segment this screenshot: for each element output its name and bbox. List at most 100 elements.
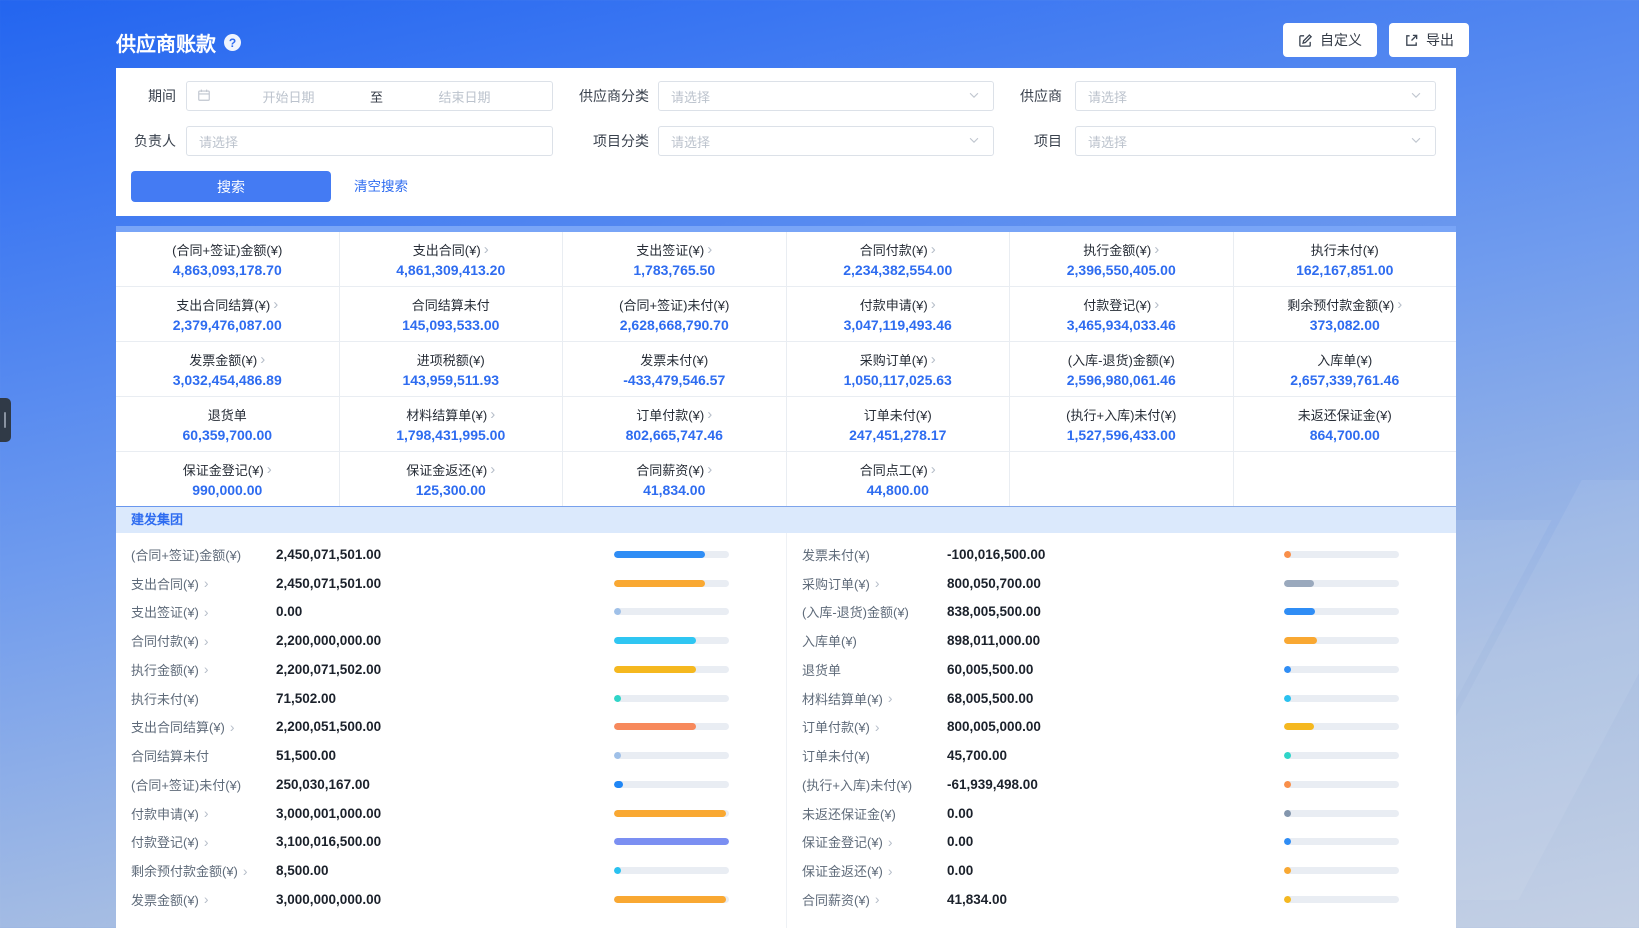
summary-card-empty <box>1010 452 1233 506</box>
drilldown-chevron-icon[interactable]: › <box>273 297 278 312</box>
summary-card[interactable]: 执行金额(¥)›2,396,550,405.00 <box>1010 232 1233 286</box>
summary-card[interactable]: 合同付款(¥)›2,234,382,554.00 <box>787 232 1010 286</box>
summary-card-label: 订单未付(¥) <box>864 405 932 424</box>
start-date-input[interactable]: 开始日期 <box>211 87 366 106</box>
drilldown-chevron-icon[interactable]: › <box>1397 297 1402 312</box>
drilldown-chevron-icon[interactable]: › <box>707 407 712 422</box>
detail-row-label: 订单付款(¥)› <box>802 717 947 736</box>
summary-card[interactable]: 合同点工(¥)›44,800.00 <box>787 452 1010 506</box>
drilldown-chevron-icon[interactable]: › <box>931 352 936 367</box>
detail-row[interactable]: 支出合同结算(¥)›2,200,051,500.00 <box>116 713 786 742</box>
project-category-select[interactable]: 请选择 <box>658 126 994 156</box>
summary-card[interactable]: 剩余预付款金额(¥)›373,082.00 <box>1234 287 1457 341</box>
summary-card[interactable]: 合同薪资(¥)›41,834.00 <box>563 452 786 506</box>
summary-card[interactable]: 支出合同结算(¥)›2,379,476,087.00 <box>116 287 339 341</box>
project-select[interactable]: 请选择 <box>1075 126 1436 156</box>
end-date-input[interactable]: 结束日期 <box>387 87 542 106</box>
drilldown-chevron-icon[interactable]: › <box>243 863 248 879</box>
detail-row[interactable]: 合同薪资(¥)›41,834.00 <box>787 885 1456 914</box>
detail-row-label-text: 支出签证(¥) <box>131 602 199 621</box>
drilldown-chevron-icon[interactable]: › <box>204 834 209 850</box>
search-button[interactable]: 搜索 <box>131 171 331 202</box>
side-drawer-handle[interactable] <box>0 398 11 442</box>
summary-card: (合同+签证)金额(¥)4,863,093,178.70 <box>116 232 339 286</box>
detail-row: (入库-退货)金额(¥)838,005,500.00 <box>787 598 1456 627</box>
drilldown-chevron-icon[interactable]: › <box>888 834 893 850</box>
drilldown-chevron-icon[interactable]: › <box>875 575 880 591</box>
drilldown-chevron-icon[interactable]: › <box>490 407 495 422</box>
summary-card-value: 2,596,980,061.46 <box>1067 372 1176 388</box>
progress-bar-track <box>614 752 729 759</box>
summary-card[interactable]: 保证金返还(¥)›125,300.00 <box>340 452 563 506</box>
drilldown-chevron-icon[interactable]: › <box>931 297 936 312</box>
progress-bar-fill <box>614 637 696 644</box>
drilldown-chevron-icon[interactable]: › <box>230 719 235 735</box>
summary-card-label-text: (合同+签证)未付(¥) <box>619 295 729 314</box>
drilldown-chevron-icon[interactable]: › <box>204 805 209 821</box>
summary-card: 合同结算未付145,093,533.00 <box>340 287 563 341</box>
supplier-select[interactable]: 请选择 <box>1075 81 1436 111</box>
drilldown-chevron-icon[interactable]: › <box>204 891 209 907</box>
detail-row[interactable]: 材料结算单(¥)›68,005,500.00 <box>787 684 1456 713</box>
supplier-label: 供应商 <box>996 81 1062 111</box>
drilldown-chevron-icon[interactable]: › <box>875 891 880 907</box>
drilldown-chevron-icon[interactable]: › <box>888 690 893 706</box>
drilldown-chevron-icon[interactable]: › <box>260 352 265 367</box>
detail-row[interactable]: 保证金返还(¥)›0.00 <box>787 856 1456 885</box>
drilldown-chevron-icon[interactable]: › <box>204 633 209 649</box>
help-icon[interactable]: ? <box>224 34 241 51</box>
detail-row-label-text: 合同薪资(¥) <box>802 890 870 909</box>
summary-card[interactable]: 支出合同(¥)›4,861,309,413.20 <box>340 232 563 286</box>
drilldown-chevron-icon[interactable]: › <box>490 462 495 477</box>
owner-select[interactable]: 请选择 <box>186 126 553 156</box>
date-range-picker[interactable]: 开始日期 至 结束日期 <box>186 81 553 111</box>
detail-row-label: 入库单(¥) <box>802 631 947 650</box>
select-placeholder: 请选择 <box>199 132 238 151</box>
drilldown-chevron-icon[interactable]: › <box>875 719 880 735</box>
detail-row-label-text: 订单未付(¥) <box>802 746 870 765</box>
drilldown-chevron-icon[interactable]: › <box>204 604 209 620</box>
detail-row[interactable]: 付款登记(¥)›3,100,016,500.00 <box>116 828 786 857</box>
summary-card[interactable]: 保证金登记(¥)›990,000.00 <box>116 452 339 506</box>
group-name: 建发集团 <box>131 512 183 527</box>
summary-card[interactable]: 采购订单(¥)›1,050,117,025.63 <box>787 342 1010 396</box>
summary-card[interactable]: 订单付款(¥)›802,665,747.46 <box>563 397 786 451</box>
drilldown-chevron-icon[interactable]: › <box>707 462 712 477</box>
drilldown-chevron-icon[interactable]: › <box>1154 297 1159 312</box>
drilldown-chevron-icon[interactable]: › <box>1154 242 1159 257</box>
summary-card-value: 1,783,765.50 <box>633 262 715 278</box>
summary-card[interactable]: 付款登记(¥)›3,465,934,033.46 <box>1010 287 1233 341</box>
detail-row[interactable]: 发票金额(¥)›3,000,000,000.00 <box>116 885 786 914</box>
summary-card[interactable]: 支出签证(¥)›1,783,765.50 <box>563 232 786 286</box>
customize-button[interactable]: 自定义 <box>1283 23 1377 57</box>
detail-row[interactable]: 合同付款(¥)›2,200,000,000.00 <box>116 626 786 655</box>
summary-card[interactable]: 付款申请(¥)›3,047,119,493.46 <box>787 287 1010 341</box>
drilldown-chevron-icon[interactable]: › <box>931 462 936 477</box>
progress-bar-fill <box>1284 723 1314 730</box>
detail-row[interactable]: 支出签证(¥)›0.00 <box>116 598 786 627</box>
drilldown-chevron-icon[interactable]: › <box>707 242 712 257</box>
drilldown-chevron-icon[interactable]: › <box>204 575 209 591</box>
detail-row[interactable]: 订单付款(¥)›800,005,000.00 <box>787 713 1456 742</box>
progress-bar-track <box>1284 723 1399 730</box>
detail-row[interactable]: 付款申请(¥)›3,000,001,000.00 <box>116 799 786 828</box>
drilldown-chevron-icon[interactable]: › <box>931 242 936 257</box>
summary-card[interactable]: 材料结算单(¥)›1,798,431,995.00 <box>340 397 563 451</box>
drilldown-chevron-icon[interactable]: › <box>204 661 209 677</box>
drilldown-chevron-icon[interactable]: › <box>888 863 893 879</box>
drilldown-chevron-icon[interactable]: › <box>484 242 489 257</box>
drilldown-chevron-icon[interactable]: › <box>267 462 272 477</box>
progress-bar-fill <box>1284 752 1291 759</box>
clear-search-link[interactable]: 清空搜索 <box>354 171 408 202</box>
detail-row[interactable]: 保证金登记(¥)›0.00 <box>787 828 1456 857</box>
detail-row[interactable]: 采购订单(¥)›800,050,700.00 <box>787 569 1456 598</box>
detail-row[interactable]: 支出合同(¥)›2,450,071,501.00 <box>116 569 786 598</box>
detail-row[interactable]: 执行金额(¥)›2,200,071,502.00 <box>116 655 786 684</box>
supplier-category-select[interactable]: 请选择 <box>658 81 994 111</box>
summary-card[interactable]: 发票金额(¥)›3,032,454,486.89 <box>116 342 339 396</box>
detail-row[interactable]: 剩余预付款金额(¥)›8,500.00 <box>116 856 786 885</box>
progress-bar-fill <box>1284 838 1291 845</box>
export-button[interactable]: 导出 <box>1389 23 1469 57</box>
summary-card-label-text: 合同点工(¥) <box>860 460 928 479</box>
progress-bar-fill <box>1284 637 1317 644</box>
